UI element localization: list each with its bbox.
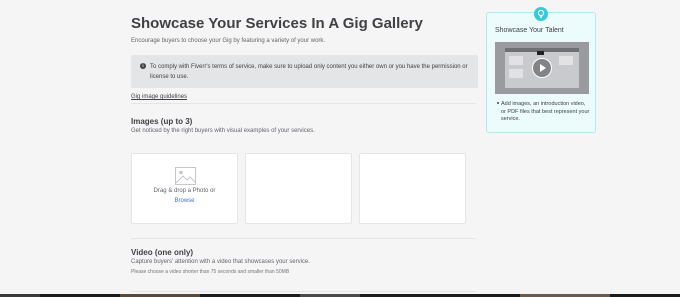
divider xyxy=(131,291,476,292)
video-screen-block xyxy=(509,56,523,65)
images-section-description: Get noticed by the right buyers with vis… xyxy=(131,128,315,134)
video-section-description: Capture buyers' attention with a video t… xyxy=(131,259,310,265)
drag-drop-text: Drag & drop a Photo or xyxy=(153,188,216,194)
video-section-title: Video (one only) xyxy=(131,248,194,257)
gig-image-guidelines-link[interactable]: Gig image guidelines xyxy=(131,94,187,100)
image-upload-dropzone-3[interactable] xyxy=(359,153,466,224)
bullet-icon xyxy=(497,102,499,104)
divider xyxy=(131,103,476,104)
page-subtitle: Encourage buyers to choose your Gig by f… xyxy=(131,38,326,44)
image-upload-dropzone-2[interactable] xyxy=(245,153,352,224)
page-title: Showcase Your Services In A Gig Gallery xyxy=(131,15,423,32)
image-upload-dropzone-1[interactable]: Drag & drop a Photo or Browse xyxy=(131,153,238,224)
tip-title: Showcase Your Talent xyxy=(495,27,564,34)
browse-link[interactable]: Browse xyxy=(132,198,237,204)
images-section-title: Images (up to 3) xyxy=(131,117,193,126)
intro-video-thumbnail[interactable] xyxy=(495,42,589,94)
tip-card: Showcase Your Talent Add images, an intr… xyxy=(486,7,596,133)
video-screen-block xyxy=(559,56,573,65)
play-icon[interactable] xyxy=(532,58,552,78)
photo-icon xyxy=(175,167,196,185)
notice-text: To comply with Fiverr's terms of service… xyxy=(150,64,468,80)
video-size-note: Please choose a video shorter than 75 se… xyxy=(131,269,290,275)
terms-notice: i To comply with Fiverr's terms of servi… xyxy=(131,55,478,88)
info-icon: i xyxy=(140,63,146,69)
video-screen-block xyxy=(509,69,523,78)
divider xyxy=(131,238,476,239)
video-screen-logo xyxy=(537,51,544,55)
lightbulb-icon xyxy=(534,7,548,21)
tip-list: Add images, an introduction video, or PD… xyxy=(501,101,591,124)
tip-list-item: Add images, an introduction video, or PD… xyxy=(501,101,590,122)
